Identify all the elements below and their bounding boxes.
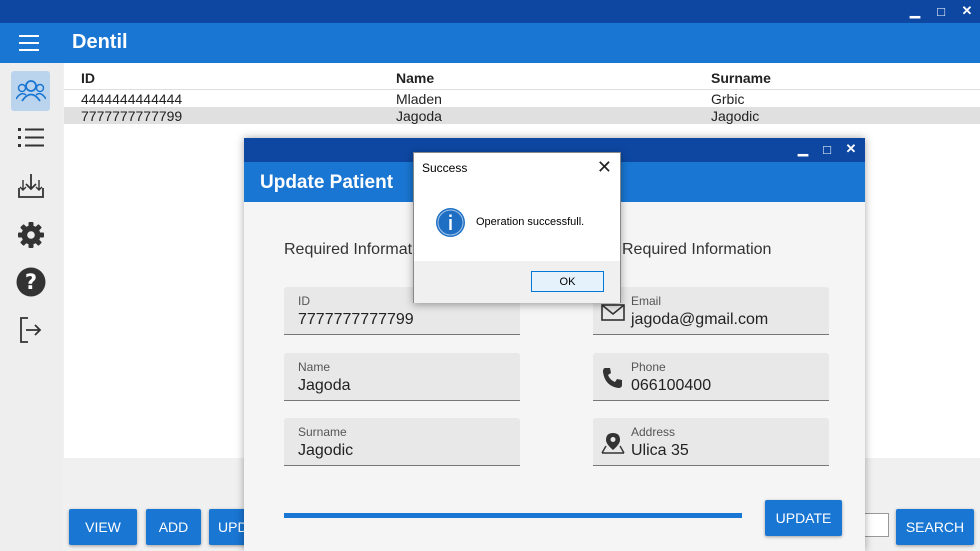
sidebar-item-logout[interactable] — [11, 310, 50, 350]
update-button[interactable]: UPDATE — [765, 500, 842, 536]
email-field[interactable]: Email jagoda@gmail.com — [593, 287, 829, 335]
surname-field[interactable]: Surname Jagodic — [284, 418, 520, 466]
email-icon — [601, 304, 625, 321]
ok-button[interactable]: OK — [531, 271, 604, 292]
table-row[interactable]: 7777777777799 Jagoda Jagodic — [64, 107, 980, 124]
minimize-button[interactable]: ▁ — [906, 2, 924, 20]
window-controls: ▁ □ ✕ — [906, 2, 976, 20]
name-field[interactable]: Name Jagoda — [284, 353, 520, 401]
id-label: ID — [298, 294, 310, 308]
progress-bar — [284, 513, 742, 518]
dialog-title: Success — [422, 161, 468, 175]
right-section-title: Required Information — [622, 241, 772, 258]
column-header-id[interactable]: ID — [81, 70, 95, 86]
surname-value[interactable]: Jagodic — [298, 442, 353, 460]
close-button[interactable]: ✕ — [843, 141, 859, 157]
cell-surname: Jagodic — [711, 108, 760, 124]
help-icon: ? — [16, 267, 45, 297]
progress-fill — [284, 513, 742, 518]
address-field[interactable]: Address Ulica 35 — [593, 418, 829, 466]
search-button[interactable]: SEARCH — [896, 509, 974, 545]
left-section-title: Required Informatio — [284, 241, 425, 258]
window-titlebar: ▁ □ ✕ — [0, 0, 980, 23]
sidebar: ? — [0, 63, 62, 551]
phone-icon — [603, 368, 622, 388]
id-value[interactable]: 7777777777799 — [298, 311, 414, 329]
update-window-controls: ▁ □ ✕ — [795, 141, 859, 157]
sidebar-item-patients[interactable] — [11, 71, 50, 111]
add-button[interactable]: ADD — [146, 509, 201, 545]
column-header-name[interactable]: Name — [396, 70, 434, 86]
minimize-button[interactable]: ▁ — [795, 141, 811, 157]
column-header-surname[interactable]: Surname — [711, 70, 771, 86]
cell-id: 4444444444444 — [81, 91, 183, 107]
cell-surname: Grbic — [711, 91, 745, 107]
view-button[interactable]: VIEW — [69, 509, 137, 545]
name-value[interactable]: Jagoda — [298, 377, 351, 395]
update-window-title: Update Patient — [260, 172, 394, 193]
gear-icon — [17, 222, 44, 248]
search-input[interactable] — [862, 513, 889, 537]
location-icon — [601, 433, 625, 454]
cell-name: Jagoda — [396, 108, 442, 124]
phone-field[interactable]: Phone 066100400 — [593, 353, 829, 401]
patients-icon — [15, 80, 46, 102]
phone-value[interactable]: 066100400 — [631, 377, 711, 395]
phone-label: Phone — [631, 360, 666, 374]
app-bar: Dentil — [0, 23, 980, 63]
cell-name: Mladen — [396, 91, 442, 107]
sidebar-item-import[interactable] — [11, 166, 50, 206]
name-label: Name — [298, 360, 331, 374]
table-header: ID Name Surname — [64, 63, 980, 90]
list-icon — [17, 128, 44, 147]
sidebar-item-settings[interactable] — [11, 215, 50, 255]
import-icon — [17, 174, 44, 198]
logout-icon — [19, 317, 41, 343]
success-dialog: Success ✕ Operation successfull. OK — [413, 152, 621, 303]
surname-label: Surname — [298, 425, 347, 439]
table-row[interactable]: 4444444444444 Mladen Grbic — [64, 90, 980, 107]
info-icon — [436, 208, 465, 237]
maximize-button[interactable]: □ — [932, 2, 950, 20]
dialog-close-button[interactable]: ✕ — [597, 157, 612, 178]
svg-text:?: ? — [24, 270, 36, 294]
email-label: Email — [631, 294, 662, 308]
email-value[interactable]: jagoda@gmail.com — [631, 311, 768, 329]
dialog-message: Operation successfull. — [476, 216, 585, 228]
maximize-button[interactable]: □ — [819, 141, 835, 157]
address-label: Address — [631, 425, 676, 439]
cell-id: 7777777777799 — [81, 108, 183, 124]
hamburger-icon[interactable] — [19, 35, 39, 51]
sidebar-item-list[interactable] — [11, 118, 50, 158]
sidebar-item-help[interactable]: ? — [11, 262, 50, 302]
app-title: Dentil — [72, 31, 128, 53]
dialog-footer: OK — [414, 261, 620, 303]
address-value[interactable]: Ulica 35 — [631, 442, 689, 460]
close-button[interactable]: ✕ — [958, 2, 976, 20]
